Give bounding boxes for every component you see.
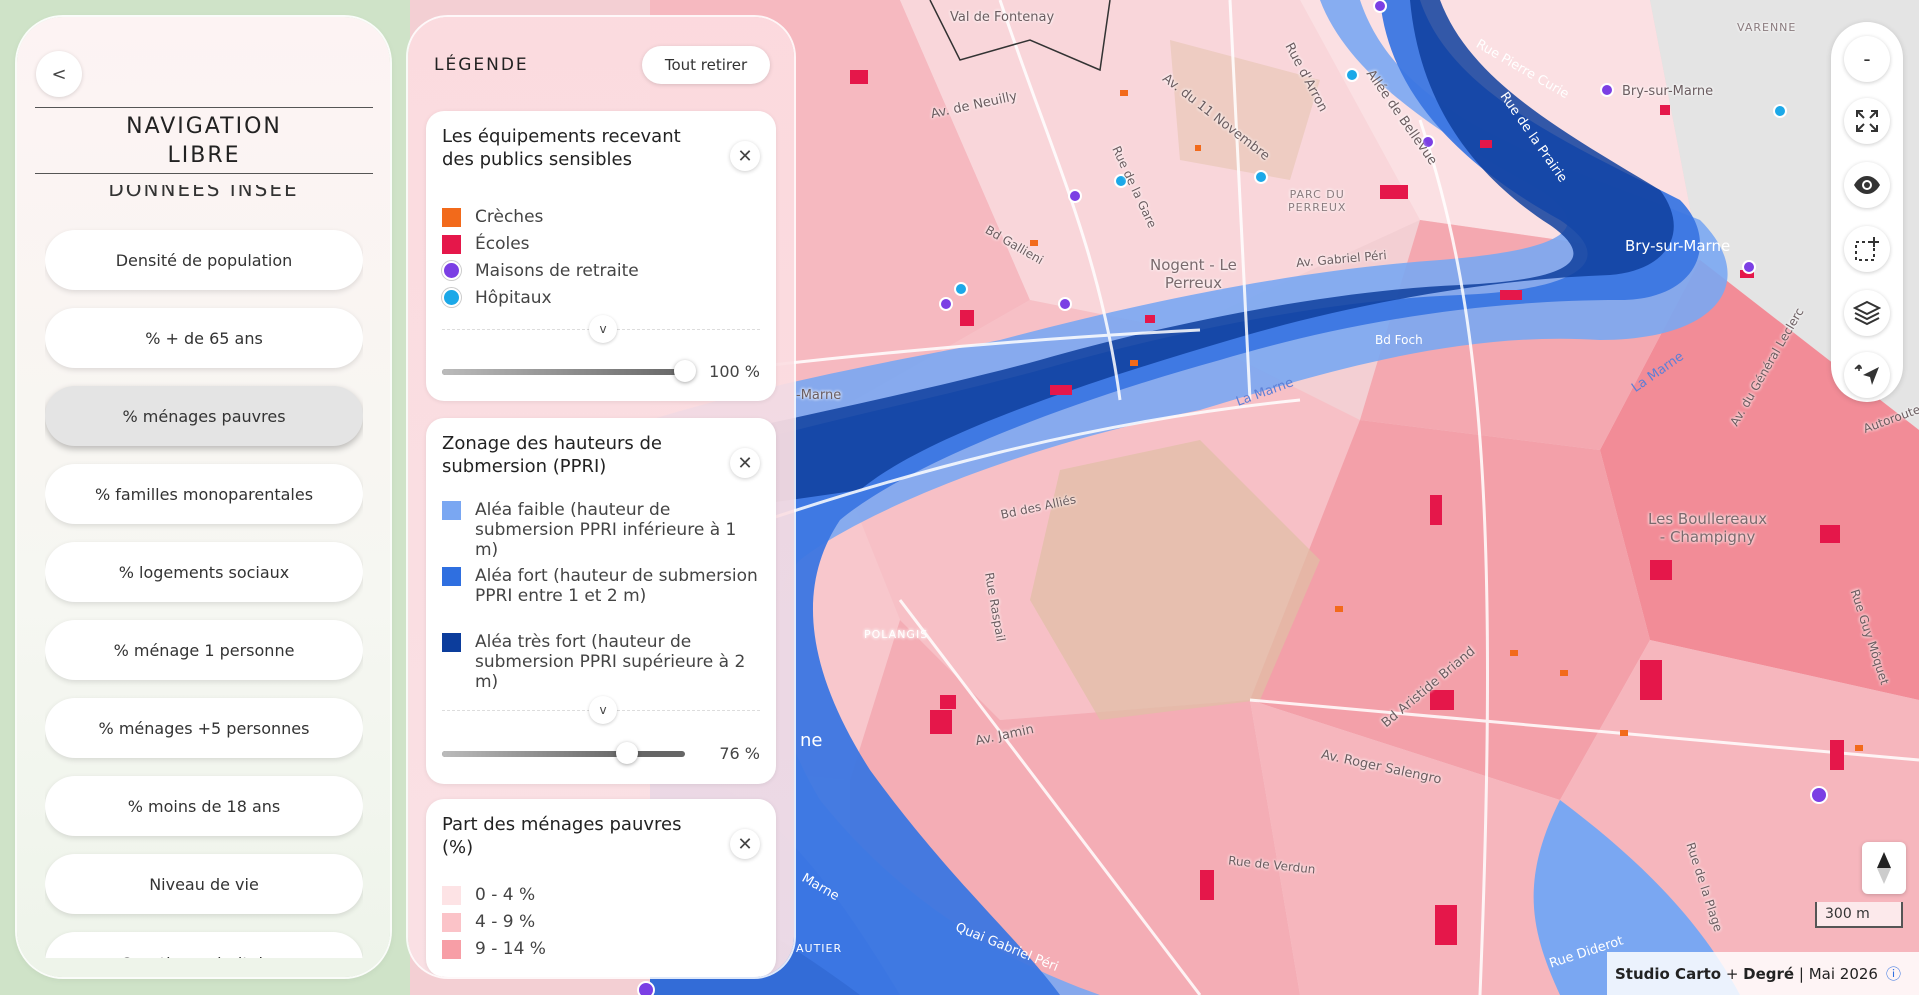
map-label: ne	[800, 730, 823, 751]
close-icon[interactable]: ✕	[730, 141, 760, 171]
legend-row-maisons-retraite: Maisons de retraite	[442, 261, 762, 281]
legend-row-alea-tres-fort: Aléa très fort (hauteur de submersion PP…	[442, 632, 762, 692]
map-label: Les Boullereaux - Champigny	[1648, 510, 1768, 546]
map-toolbar: -	[1831, 22, 1903, 402]
nav-item-densite[interactable]: Densité de population	[45, 230, 363, 290]
map-label: PARC DU PERREUX	[1288, 188, 1347, 214]
close-icon[interactable]: ✕	[730, 448, 760, 478]
opacity-slider[interactable]	[442, 360, 696, 382]
legend-row-alea-faible: Aléa faible (hauteur de submersion PPRI …	[442, 500, 762, 560]
slider-thumb[interactable]	[616, 742, 638, 764]
compass-icon[interactable]	[1862, 842, 1906, 894]
credits: Studio Carto + Degré | Mai 2026 ⓘ	[1607, 952, 1919, 995]
swatch-icon	[442, 567, 461, 586]
legend-label: Maisons de retraite	[475, 261, 639, 281]
legend-row-0-4: 0 - 4 %	[442, 885, 762, 905]
credit-degre: Degré	[1743, 964, 1795, 983]
legend-row-ecoles: Écoles	[442, 234, 762, 254]
card-title: Les équipements recevant des publics sen…	[442, 126, 681, 170]
map-label: Nogent - Le Perreux	[1150, 256, 1237, 292]
locate-icon[interactable]	[1844, 352, 1890, 398]
nav-item-moins-18[interactable]: % moins de 18 ans	[45, 776, 363, 836]
legend-row-9-14: 9 - 14 %	[442, 939, 762, 959]
legend-title: LÉGENDE	[434, 55, 529, 75]
map-label: -Marne	[796, 388, 842, 403]
legend-label: 4 - 9 %	[475, 912, 536, 932]
swatch-icon	[442, 633, 461, 652]
dot-icon	[442, 288, 461, 307]
legend-label: Écoles	[475, 234, 530, 254]
nav-item-menages-pauvres[interactable]: % ménages pauvres	[45, 386, 363, 446]
legend-label: Aléa très fort (hauteur de submersion PP…	[475, 632, 746, 692]
slider-fill	[442, 751, 627, 757]
close-icon[interactable]: ✕	[730, 829, 760, 859]
swatch-icon	[442, 208, 461, 227]
opacity-value: 100 %	[709, 362, 760, 381]
legend-panel: LÉGENDE Tout retirer Les équipements rec…	[408, 17, 794, 977]
map-label: VARENNE	[1737, 21, 1797, 34]
opacity-value: 76 %	[719, 744, 760, 763]
nav-item-menage-1-personne[interactable]: % ménage 1 personne	[45, 620, 363, 680]
panel-title: NAVIGATION LIBRE	[35, 107, 373, 174]
swatch-icon	[442, 886, 461, 905]
back-button[interactable]: <	[36, 51, 82, 97]
credit-studio: Studio Carto	[1615, 964, 1722, 983]
legend-card-ppri: Zonage des hauteurs de submersion (PPRI)…	[426, 418, 776, 784]
eye-icon[interactable]	[1844, 162, 1890, 208]
credit-plus: +	[1721, 964, 1744, 983]
legend-label: 9 - 14 %	[475, 939, 546, 959]
fullscreen-icon[interactable]	[1844, 98, 1890, 144]
legend-row-4-9: 4 - 9 %	[442, 912, 762, 932]
nav-item-niveau-de-vie[interactable]: Niveau de vie	[45, 854, 363, 914]
slider-fill	[442, 369, 685, 375]
swatch-icon	[442, 235, 461, 254]
map-label: Bd Foch	[1375, 333, 1423, 347]
map-label: Bry-sur-Marne	[1625, 237, 1731, 255]
legend-row-alea-fort: Aléa fort (hauteur de submersion PPRI en…	[442, 566, 762, 606]
map-label: AUTIER	[796, 942, 843, 955]
nav-item-quartiers-prioritaires[interactable]: Quartiers prioritaires	[45, 932, 363, 958]
map-label: POLANGIS	[864, 628, 929, 641]
credit-date: Mai 2026	[1808, 964, 1878, 983]
nav-item-menages-5-personnes[interactable]: % ménages +5 personnes	[45, 698, 363, 758]
scale-bar: 300 m	[1815, 902, 1903, 928]
section-title: DONNÉES INSEE	[108, 185, 299, 197]
legend-label: Hôpitaux	[475, 288, 552, 308]
navigation-panel: < NAVIGATION LIBRE DONNÉES INSEE Densité…	[17, 17, 390, 977]
legend-card-menages-pauvres: Part des ménages pauvres (%) ✕ 0 - 4 % 4…	[426, 799, 776, 977]
nav-item-logements-sociaux[interactable]: % logements sociaux	[45, 542, 363, 602]
legend-card-equipements: Les équipements recevant des publics sen…	[426, 111, 776, 401]
expand-button[interactable]: v	[589, 315, 617, 343]
credit-sep: |	[1794, 964, 1809, 983]
layer-list[interactable]: Densité de population % + de 65 ans % mé…	[45, 210, 363, 958]
legend-row-hopitaux: Hôpitaux	[442, 288, 762, 308]
nav-item-plus-65[interactable]: % + de 65 ans	[45, 308, 363, 368]
opacity-slider[interactable]	[442, 742, 685, 764]
map-label: Bry-sur-Marne	[1622, 84, 1714, 99]
swatch-icon	[442, 501, 461, 520]
legend-label: Aléa fort (hauteur de submersion PPRI en…	[475, 566, 758, 606]
layers-icon[interactable]	[1844, 290, 1890, 336]
swatch-icon	[442, 913, 461, 932]
legend-label: 0 - 4 %	[475, 885, 536, 905]
dot-icon	[442, 261, 461, 280]
legend-label: Aléa faible (hauteur de submersion PPRI …	[475, 500, 737, 560]
card-title: Part des ménages pauvres (%)	[442, 814, 682, 858]
map-label: Val de Fontenay	[950, 10, 1055, 25]
remove-all-button[interactable]: Tout retirer	[642, 46, 770, 84]
info-icon[interactable]: ⓘ	[1886, 963, 1901, 984]
nav-item-familles-monoparentales[interactable]: % familles monoparentales	[45, 464, 363, 524]
swatch-icon	[442, 940, 461, 959]
minus-icon[interactable]: -	[1844, 36, 1890, 82]
select-area-icon[interactable]	[1844, 226, 1890, 272]
slider-thumb[interactable]	[674, 360, 696, 382]
legend-label: Crèches	[475, 207, 544, 227]
legend-row-creches: Crèches	[442, 207, 762, 227]
expand-button[interactable]: v	[589, 696, 617, 724]
card-title: Zonage des hauteurs de submersion (PPRI)	[442, 433, 662, 477]
